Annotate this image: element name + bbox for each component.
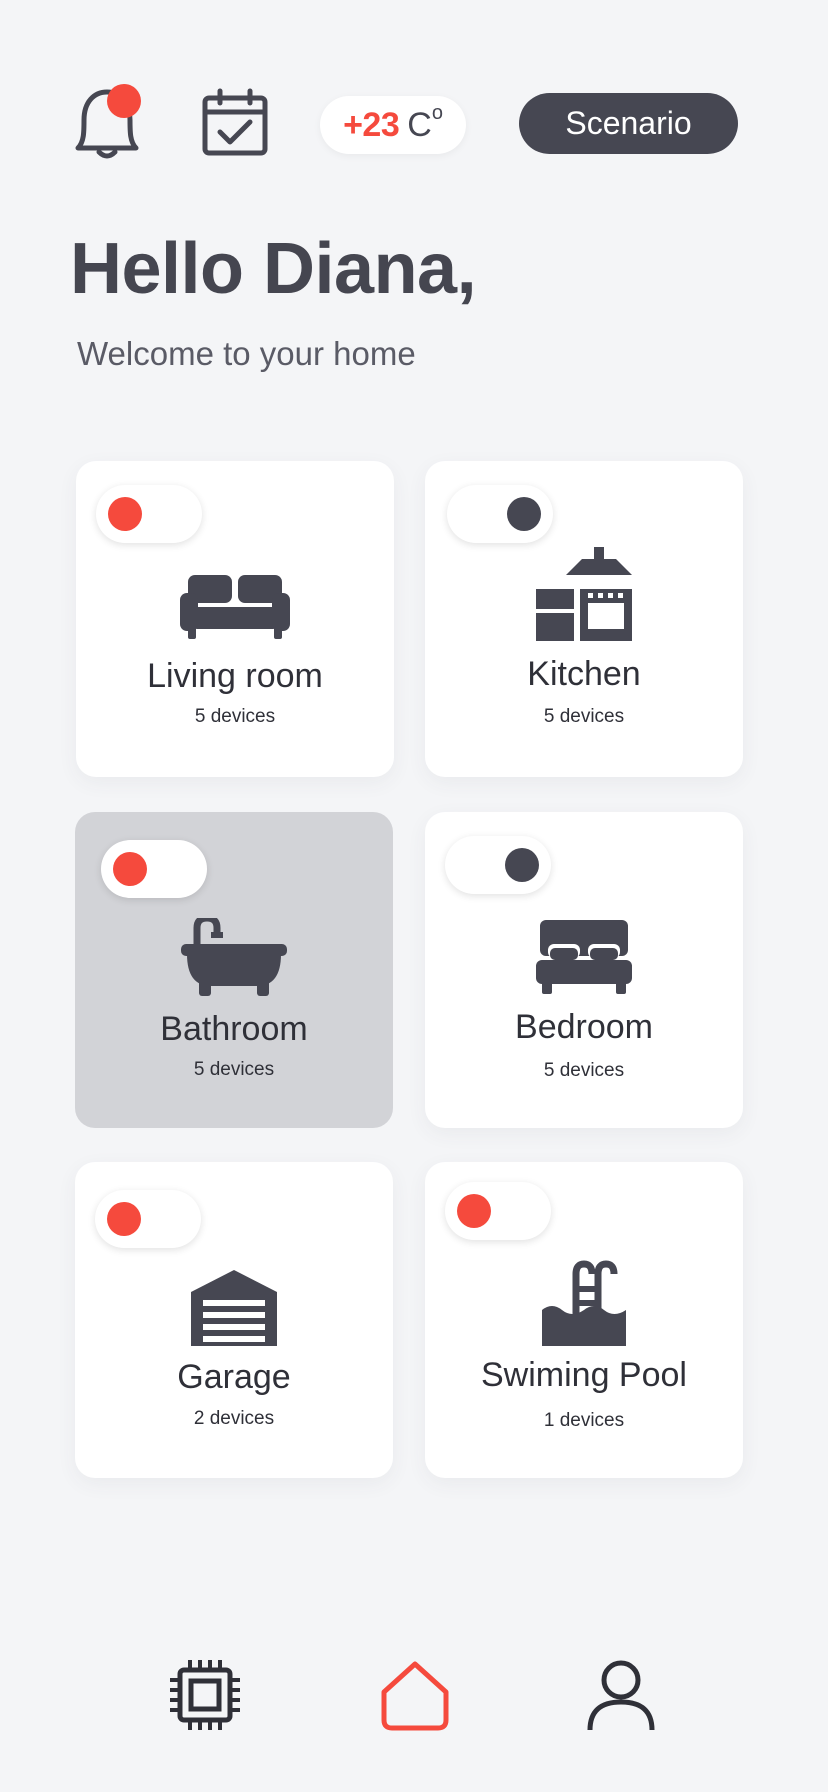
nav-devices[interactable] bbox=[165, 1655, 245, 1735]
scenario-button[interactable]: Scenario bbox=[519, 93, 738, 154]
room-card-bedroom[interactable]: Bedroom 5 devices bbox=[425, 812, 743, 1128]
room-device-count: 2 devices bbox=[193, 1408, 275, 1429]
profile-icon bbox=[587, 1660, 655, 1731]
room-toggle[interactable] bbox=[445, 836, 551, 894]
room-device-count: 1 devices bbox=[543, 1410, 625, 1431]
greeting-subtitle: Welcome to your home bbox=[77, 335, 416, 372]
room-name: Swiming Pool bbox=[481, 1356, 687, 1394]
room-card-bathroom[interactable]: Bathroom 5 devices bbox=[75, 812, 393, 1128]
temperature-degree: o bbox=[431, 102, 443, 125]
room-name: Kitchen bbox=[527, 655, 641, 693]
room-name: Bathroom bbox=[160, 1010, 308, 1048]
room-toggle[interactable] bbox=[95, 1190, 201, 1248]
room-device-count: 5 devices bbox=[543, 706, 625, 727]
room-card-living-room[interactable]: Living room 5 devices bbox=[76, 461, 394, 777]
notification-badge bbox=[107, 84, 141, 118]
toggle-knob bbox=[107, 1202, 141, 1236]
nav-profile[interactable] bbox=[581, 1655, 661, 1735]
nav-home[interactable] bbox=[375, 1655, 455, 1735]
room-card-garage[interactable]: Garage 2 devices bbox=[75, 1162, 393, 1478]
kitchen-icon bbox=[425, 547, 743, 643]
garage-icon bbox=[75, 1270, 393, 1346]
room-toggle[interactable] bbox=[101, 840, 207, 898]
toggle-knob bbox=[457, 1194, 491, 1228]
bed-icon bbox=[425, 920, 743, 994]
room-device-count: 5 devices bbox=[543, 1060, 625, 1081]
room-toggle[interactable] bbox=[96, 485, 202, 543]
room-toggle[interactable] bbox=[447, 485, 553, 543]
calendar-icon bbox=[202, 88, 268, 156]
toggle-knob bbox=[113, 852, 147, 886]
toggle-knob bbox=[507, 497, 541, 531]
home-icon bbox=[381, 1661, 449, 1731]
room-card-swimming-pool[interactable]: Swiming Pool 1 devices bbox=[425, 1162, 743, 1478]
temperature-unit-letter: C bbox=[407, 105, 432, 144]
room-name: Living room bbox=[147, 657, 323, 695]
room-card-kitchen[interactable]: Kitchen 5 devices bbox=[425, 461, 743, 777]
greeting-title: Hello Diana, bbox=[70, 229, 477, 309]
pool-icon bbox=[425, 1260, 743, 1346]
room-name: Garage bbox=[177, 1358, 291, 1396]
sofa-icon bbox=[76, 575, 394, 641]
temperature-unit: Co bbox=[407, 102, 443, 145]
room-toggle[interactable] bbox=[445, 1182, 551, 1240]
calendar-button[interactable] bbox=[200, 88, 270, 158]
toggle-knob bbox=[505, 848, 539, 882]
room-name: Bedroom bbox=[515, 1008, 653, 1046]
bathtub-icon bbox=[75, 918, 393, 998]
toggle-knob bbox=[108, 497, 142, 531]
temperature-value: +23 bbox=[343, 105, 400, 144]
room-device-count: 5 devices bbox=[193, 1059, 275, 1080]
temperature-display: +23 Co bbox=[320, 96, 466, 154]
chip-icon bbox=[170, 1660, 240, 1730]
room-device-count: 5 devices bbox=[194, 706, 276, 727]
